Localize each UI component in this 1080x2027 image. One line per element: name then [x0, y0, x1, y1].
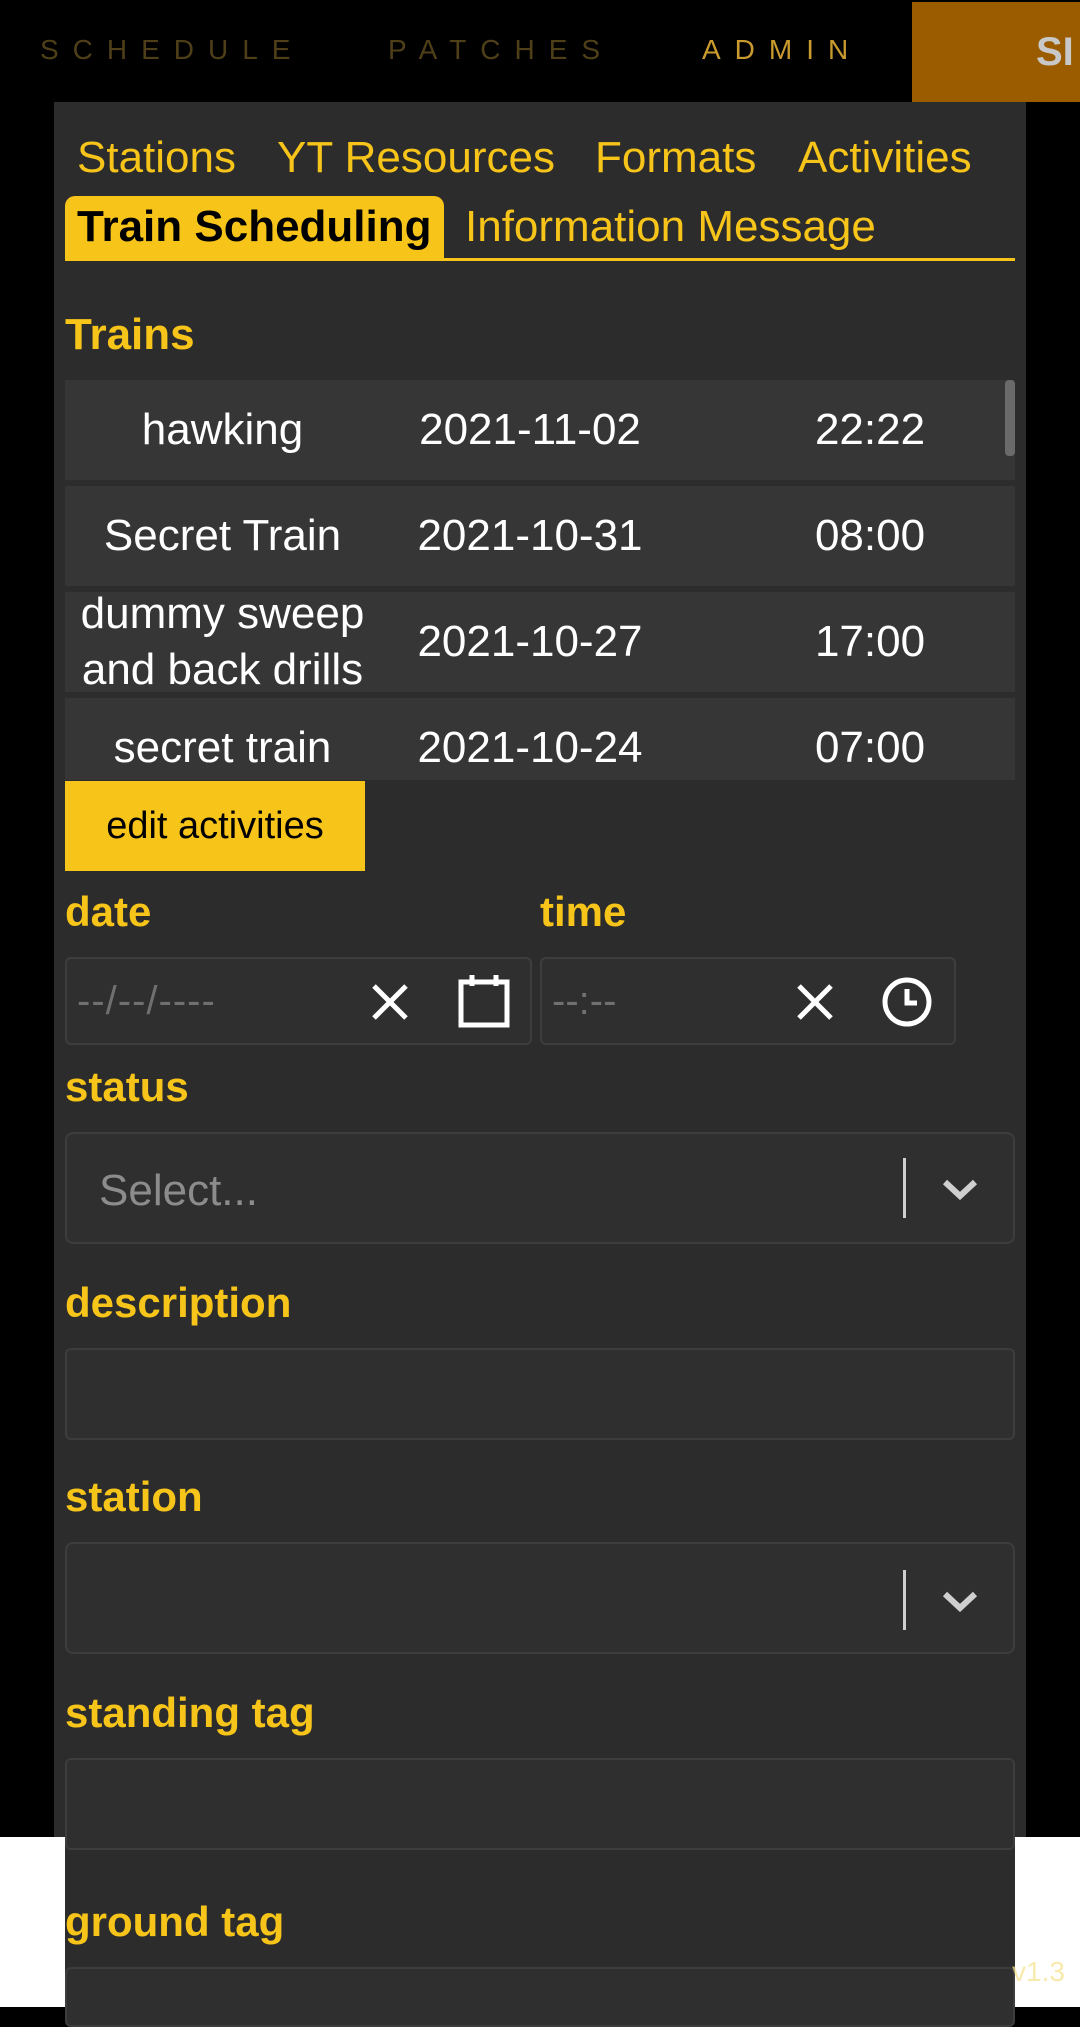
train-time: 22:22 [814, 405, 926, 454]
time-placeholder: --:-- [552, 979, 617, 1023]
train-time: 08:00 [814, 511, 926, 560]
date-input[interactable]: --/--/---- [65, 957, 532, 1045]
standing-tag-input[interactable] [65, 1758, 1015, 1850]
sign-button-label: SI [1036, 30, 1074, 74]
table-row[interactable]: hawking 2021-11-02 22:22 [65, 380, 1015, 480]
date-label: date [65, 888, 152, 935]
table-row[interactable]: dummy sweep and back drills 2021-10-27 1… [65, 589, 1015, 694]
select-separator [903, 1158, 906, 1218]
status-placeholder: Select... [99, 1166, 258, 1215]
table-row[interactable]: Secret Train 2021-10-31 08:00 [65, 486, 1015, 586]
train-time: 17:00 [814, 617, 926, 666]
train-date: 2021-11-02 [419, 405, 641, 454]
train-time: 07:00 [814, 723, 926, 772]
train-date: 2021-10-27 [417, 617, 643, 666]
status-label: status [65, 1063, 189, 1110]
status-select[interactable]: Select... [65, 1132, 1015, 1244]
nav-patches[interactable]: PATCHES [388, 34, 614, 66]
train-name: secret train [113, 723, 332, 772]
trains-heading: Trains [65, 310, 195, 359]
station-label: station [65, 1473, 203, 1520]
tab-activities[interactable]: Activities [798, 133, 972, 183]
train-name: hawking [141, 405, 304, 454]
nav-schedule[interactable]: SCHEDULE [40, 34, 304, 66]
top-navigation: SCHEDULE PATCHES ADMIN SI [0, 0, 1080, 102]
nav-admin[interactable]: ADMIN [702, 34, 862, 66]
description-label: description [65, 1279, 292, 1326]
train-name: Secret Train [103, 511, 342, 560]
clear-date-icon[interactable] [369, 981, 411, 1023]
select-separator [903, 1570, 906, 1630]
standing-tag-label: standing tag [65, 1689, 315, 1736]
description-input[interactable] [65, 1348, 1015, 1440]
edit-activities-button[interactable]: edit activities [65, 781, 365, 871]
train-date: 2021-10-31 [417, 511, 643, 560]
tab-yt-resources[interactable]: YT Resources [277, 133, 555, 183]
tab-stations[interactable]: Stations [77, 133, 236, 183]
tab-train-scheduling[interactable]: Train Scheduling [65, 196, 444, 258]
date-placeholder: --/--/---- [77, 979, 216, 1023]
ground-tag-label: ground tag [65, 1898, 285, 1945]
chevron-down-icon[interactable] [940, 1174, 980, 1204]
tab-underline [65, 258, 1015, 261]
ground-tag-input[interactable] [65, 1967, 1015, 2027]
calendar-icon[interactable] [457, 973, 511, 1029]
chevron-down-icon[interactable] [940, 1586, 980, 1616]
time-label: time [540, 888, 627, 935]
table-row[interactable]: secret train 2021-10-24 07:00 [65, 698, 1015, 780]
tab-formats[interactable]: Formats [595, 133, 756, 183]
clear-time-icon[interactable] [794, 981, 836, 1023]
trains-table: hawking 2021-11-02 22:22 Secret Train 20… [65, 380, 1015, 780]
train-name: dummy sweep and back drills [80, 589, 365, 694]
station-select[interactable] [65, 1542, 1015, 1654]
time-input[interactable]: --:-- [540, 957, 956, 1045]
clock-icon[interactable] [880, 975, 934, 1029]
sign-button[interactable]: SI [912, 2, 1080, 102]
table-scrollbar[interactable] [1005, 380, 1015, 456]
train-date: 2021-10-24 [417, 723, 643, 772]
version-label: v1.3 [1012, 1956, 1065, 1987]
tab-information-message[interactable]: Information Message [465, 202, 876, 252]
